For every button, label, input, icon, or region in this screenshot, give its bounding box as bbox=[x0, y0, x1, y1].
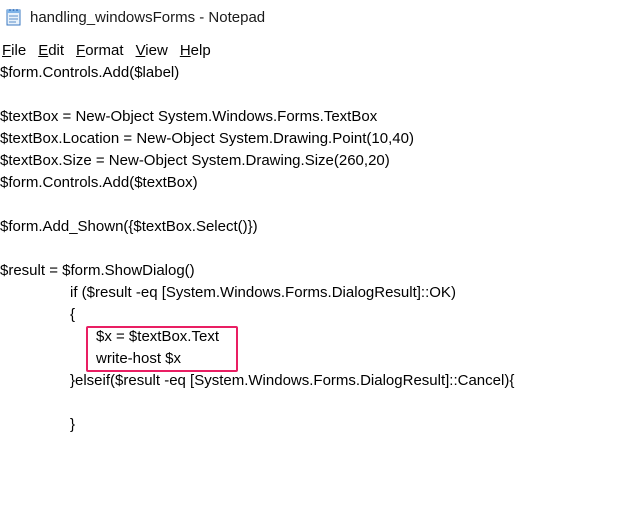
code-line: $textBox = New-Object System.Windows.For… bbox=[0, 108, 378, 125]
code-line: $result = $form.ShowDialog() bbox=[0, 262, 195, 279]
highlight-annotation-box bbox=[86, 326, 238, 372]
title-bar[interactable]: handling_windowsForms - Notepad bbox=[0, 0, 631, 36]
text-editor-area[interactable]: $form.Controls.Add($label) $textBox = Ne… bbox=[0, 62, 631, 526]
code-line: $textBox.Location = New-Object System.Dr… bbox=[0, 130, 414, 147]
menu-file[interactable]: File bbox=[0, 42, 32, 59]
menu-format[interactable]: Format bbox=[74, 42, 130, 59]
menu-help[interactable]: Help bbox=[178, 42, 217, 59]
menu-edit[interactable]: Edit bbox=[36, 42, 70, 59]
window-title: handling_windowsForms - Notepad bbox=[30, 9, 266, 26]
code-line: $textBox.Size = New-Object System.Drawin… bbox=[0, 152, 390, 169]
code-line: }elseif($result -eq [System.Windows.Form… bbox=[70, 372, 515, 389]
code-line: { bbox=[70, 306, 76, 323]
code-line: } bbox=[70, 416, 76, 433]
code-line: if ($result -eq [System.Windows.Forms.Di… bbox=[70, 284, 456, 301]
notepad-window: handling_windowsForms - Notepad File Edi… bbox=[0, 0, 631, 526]
code-line: $form.Controls.Add($textBox) bbox=[0, 174, 198, 191]
code-line: $form.Add_Shown({$textBox.Select()}) bbox=[0, 218, 258, 235]
menu-bar: File Edit Format View Help bbox=[0, 38, 631, 62]
code-line: $form.Controls.Add($label) bbox=[0, 64, 180, 81]
notepad-icon bbox=[6, 9, 21, 26]
menu-view[interactable]: View bbox=[134, 42, 174, 59]
